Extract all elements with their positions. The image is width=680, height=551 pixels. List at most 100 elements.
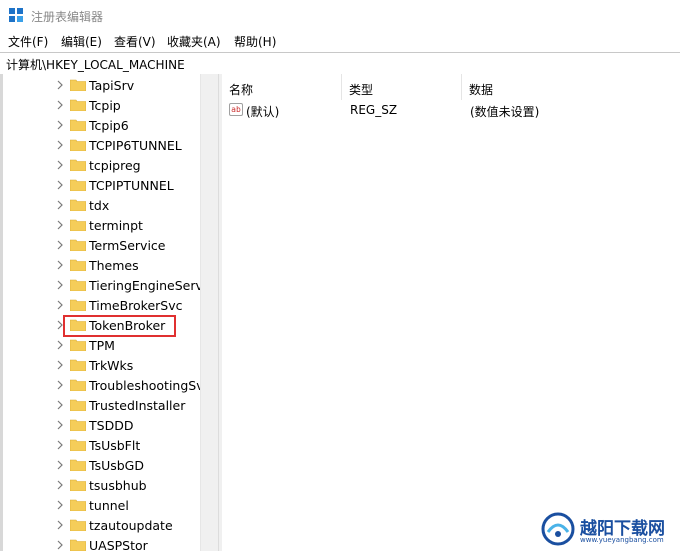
tree-item[interactable]: TermService: [3, 235, 200, 255]
chevron-right-icon[interactable]: [55, 360, 65, 370]
tree-item[interactable]: TieringEngineServic: [3, 275, 200, 295]
chevron-right-icon[interactable]: [55, 180, 65, 190]
folder-icon: [70, 339, 86, 351]
tree-item-label: tunnel: [89, 498, 129, 513]
folder-icon: [70, 479, 86, 491]
tree-item[interactable]: TsUsbFlt: [3, 435, 200, 455]
tree-item-label: TrustedInstaller: [89, 398, 186, 413]
chevron-right-icon[interactable]: [55, 500, 65, 510]
tree-item[interactable]: TrkWks: [3, 355, 200, 375]
watermark-url: www.yueyangbang.com: [580, 536, 664, 544]
tree-item[interactable]: tcpipreg: [3, 155, 200, 175]
tree-item[interactable]: TsUsbGD: [3, 455, 200, 475]
column-header-data[interactable]: 数据: [462, 74, 680, 100]
tree-item[interactable]: Tcpip: [3, 95, 200, 115]
tree-item-label: TSDDD: [89, 418, 134, 433]
folder-icon: [70, 199, 86, 211]
tree-item-label: TimeBrokerSvc: [89, 298, 183, 313]
folder-icon: [70, 299, 86, 311]
title-bar: 注册表编辑器: [0, 0, 680, 30]
column-header-type[interactable]: 类型: [342, 74, 462, 100]
menu-file[interactable]: 文件(F): [8, 33, 48, 50]
chevron-right-icon[interactable]: [55, 280, 65, 290]
chevron-right-icon[interactable]: [55, 240, 65, 250]
tree-item-label: TCPIPTUNNEL: [89, 178, 174, 193]
chevron-right-icon[interactable]: [55, 420, 65, 430]
chevron-right-icon[interactable]: [55, 120, 65, 130]
tree-scrollbar[interactable]: [200, 74, 218, 551]
tree-item-label: terminpt: [89, 218, 143, 233]
tree-item[interactable]: TCPIPTUNNEL: [3, 175, 200, 195]
menu-favorites[interactable]: 收藏夹(A): [167, 33, 221, 50]
tree-item[interactable]: Themes: [3, 255, 200, 275]
folder-icon: [70, 239, 86, 251]
chevron-right-icon[interactable]: [55, 160, 65, 170]
tree-item-label: Tcpip6: [89, 118, 129, 133]
tree-item[interactable]: tsusbhub: [3, 475, 200, 495]
tree-item-label: tcpipreg: [89, 158, 141, 173]
chevron-right-icon[interactable]: [55, 260, 65, 270]
folder-icon: [70, 159, 86, 171]
tree-item[interactable]: UASPStor: [3, 535, 200, 551]
menu-help[interactable]: 帮助(H): [234, 33, 276, 50]
menu-view[interactable]: 查看(V): [114, 33, 156, 50]
tree-item-label: Themes: [89, 258, 139, 273]
regedit-app-icon: [9, 8, 23, 22]
chevron-right-icon[interactable]: [55, 460, 65, 470]
folder-icon: [70, 419, 86, 431]
tree-item[interactable]: terminpt: [3, 215, 200, 235]
tree-item[interactable]: tzautoupdate: [3, 515, 200, 535]
tree-item-label: TermService: [89, 238, 166, 253]
tree-item-label: TPM: [89, 338, 115, 353]
tree-item-label: tdx: [89, 198, 110, 213]
tree-item[interactable]: Tcpip6: [3, 115, 200, 135]
column-header-type-label: 类型: [349, 83, 374, 97]
chevron-right-icon[interactable]: [55, 440, 65, 450]
tree-item-label: TsUsbFlt: [89, 438, 141, 453]
tree-item[interactable]: TrustedInstaller: [3, 395, 200, 415]
chevron-right-icon[interactable]: [55, 100, 65, 110]
chevron-right-icon[interactable]: [55, 540, 65, 550]
chevron-right-icon[interactable]: [55, 380, 65, 390]
folder-icon: [70, 459, 86, 471]
folder-icon: [70, 539, 86, 551]
column-header-name-label: 名称: [229, 83, 254, 97]
folder-icon: [70, 439, 86, 451]
chevron-right-icon[interactable]: [55, 480, 65, 490]
column-header-name[interactable]: 名称: [222, 74, 342, 100]
folder-icon: [70, 499, 86, 511]
tree-item-label: TapiSrv: [89, 78, 135, 93]
menu-edit[interactable]: 编辑(E): [61, 33, 102, 50]
window-title: 注册表编辑器: [31, 10, 104, 24]
tree-item[interactable]: tdx: [3, 195, 200, 215]
values-pane[interactable]: 名称 类型 数据 ab (默认) REG_SZ (数值未设置): [222, 74, 680, 551]
chevron-right-icon[interactable]: [55, 140, 65, 150]
column-header-data-label: 数据: [469, 83, 494, 97]
tree-item-label: TCPIP6TUNNEL: [89, 138, 182, 153]
folder-icon: [70, 259, 86, 271]
tree-item[interactable]: TapiSrv: [3, 75, 200, 95]
address-bar[interactable]: 计算机\HKEY_LOCAL_MACHINE: [0, 52, 680, 75]
chevron-right-icon[interactable]: [55, 220, 65, 230]
tree-item[interactable]: TPM: [3, 335, 200, 355]
chevron-right-icon[interactable]: [55, 80, 65, 90]
key-tree[interactable]: TapiSrv Tcpip Tcpip6 TCPIP6TUNNEL tcpipreg TC…: [3, 74, 200, 551]
tree-item-label: TroubleshootingSv: [89, 378, 200, 393]
watermark: 越阳下载网 www.yueyangbang.com: [530, 508, 680, 551]
chevron-right-icon[interactable]: [55, 300, 65, 310]
tree-item[interactable]: TroubleshootingSv: [3, 375, 200, 395]
chevron-right-icon[interactable]: [55, 340, 65, 350]
chevron-right-icon[interactable]: [55, 520, 65, 530]
tree-item[interactable]: TimeBrokerSvc: [3, 295, 200, 315]
value-name: (默认): [246, 105, 280, 119]
tree-item[interactable]: TCPIP6TUNNEL: [3, 135, 200, 155]
chevron-right-icon[interactable]: [55, 200, 65, 210]
string-value-icon: ab: [229, 103, 243, 116]
menu-bar: 文件(F) 编辑(E) 查看(V) 收藏夹(A) 帮助(H): [0, 30, 680, 52]
tree-item-label: tzautoupdate: [89, 518, 173, 533]
chevron-right-icon[interactable]: [55, 400, 65, 410]
value-row-default[interactable]: ab (默认) REG_SZ (数值未设置): [222, 100, 680, 120]
tree-item[interactable]: TSDDD: [3, 415, 200, 435]
tree-item[interactable]: tunnel: [3, 495, 200, 515]
tree-item-label: tsusbhub: [89, 478, 147, 493]
